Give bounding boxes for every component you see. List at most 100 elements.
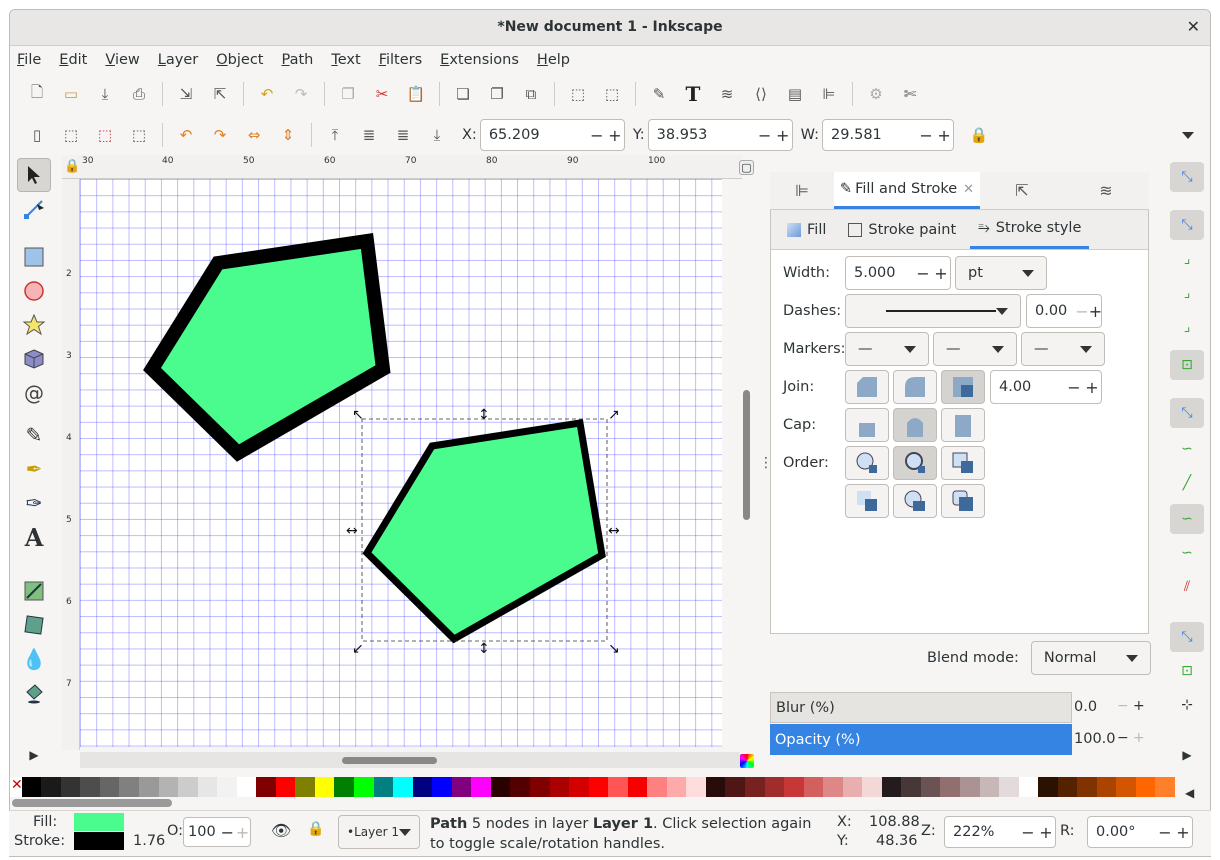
order-markers-fill-stroke-button[interactable] [893,484,937,518]
touch-select-icon[interactable]: ⬚ [126,122,152,148]
palette-swatch[interactable] [393,777,413,797]
snap-intersections-icon[interactable]: ╱ [1170,468,1204,498]
decrement-icon[interactable]: − [1156,823,1174,842]
end-marker-select[interactable]: — [1021,332,1105,366]
snap-bbox-midpoints-icon[interactable]: ⌟ [1170,312,1204,342]
palette-swatch[interactable] [236,777,257,797]
fill-swatch[interactable] [74,813,124,831]
subtab-stroke-paint[interactable]: Stroke paint [848,211,956,249]
document-properties-icon[interactable]: ▤ [782,81,808,107]
import-icon[interactable]: ⇲ [173,81,199,107]
blur-slider[interactable]: Blur (%) [770,692,1072,723]
palette-swatch[interactable] [197,777,218,797]
order-stroke-markers-fill-button[interactable] [941,484,985,518]
pen-tool-icon[interactable]: ✒ [17,452,51,486]
palette-swatch[interactable] [842,777,863,797]
gradient-tool-icon[interactable] [17,574,51,608]
palette-swatch[interactable] [862,777,882,797]
close-icon[interactable]: ✕ [1187,10,1200,44]
dropper-tool-icon[interactable]: 💧 [17,642,51,676]
snap-cusp-nodes-icon[interactable]: ∽ [1170,504,1204,534]
snap-bbox-centers-icon[interactable]: ⊡ [1170,350,1204,380]
menu-help[interactable]: Help [537,52,570,68]
join-round-button[interactable] [893,370,937,404]
lock-ratio-icon[interactable]: 🔒 [966,122,992,148]
increment-icon[interactable]: + [1089,302,1102,321]
palette-swatch[interactable] [627,777,648,797]
zoom-input[interactable]: 222% − + [944,816,1056,848]
subtab-fill[interactable]: Fill [787,211,826,249]
flip-horizontal-icon[interactable]: ⇔ [241,122,267,148]
palette-swatch[interactable] [901,777,921,797]
palette-swatch[interactable] [608,777,628,797]
increment-icon[interactable]: + [1037,823,1055,842]
lock-guides-icon[interactable]: ▢ [739,160,754,175]
clone-icon[interactable]: ❐ [484,81,510,107]
decrement-icon[interactable]: − [1117,730,1129,746]
palette-swatch[interactable] [275,777,296,797]
palette-scrollbar[interactable] [12,799,172,807]
x-input[interactable]: 65.209− + [479,119,625,151]
order-fill-markers-stroke-button[interactable] [845,484,889,518]
unit-select[interactable]: pt [955,256,1047,290]
group-icon[interactable]: ⬚ [565,81,591,107]
palette-swatch[interactable] [256,777,276,797]
palette-swatch[interactable] [588,777,609,797]
print-icon[interactable]: ⎙ [126,81,152,107]
dash-offset-input[interactable]: 0.00− + [1026,294,1102,328]
scroll-thumb[interactable] [342,757,437,764]
increment-icon[interactable]: + [932,264,950,283]
dash-pattern-select[interactable] [845,294,1021,328]
increment-icon[interactable]: + [935,126,953,145]
preferences-icon[interactable]: ⚙ [863,81,889,107]
no-paint-swatch[interactable]: ✕ [10,777,23,797]
color-manage-icon[interactable] [740,754,754,768]
cap-round-button[interactable] [893,408,937,442]
palette-menu-icon[interactable]: ◀ [1185,786,1194,800]
palette-swatch[interactable] [295,777,315,797]
palette-swatch[interactable] [979,777,1000,797]
save-icon[interactable]: ⤓ [92,81,118,107]
current-layer-select[interactable]: •Layer 1 [338,815,420,849]
palette-swatch[interactable] [881,777,902,797]
order-fill-stroke-markers-button[interactable] [845,446,889,480]
deselect-icon[interactable]: ⬚ [92,122,118,148]
increment-icon[interactable]: + [1083,378,1101,397]
toggle-visibility-icon[interactable]: 👁 [271,821,291,840]
stroke-swatch[interactable] [74,832,124,850]
copy-icon[interactable]: ❐ [335,81,361,107]
palette-swatch[interactable] [647,777,667,797]
palette-swatch[interactable] [80,777,100,797]
xml-editor-icon[interactable]: ⟨⟩ [748,81,774,107]
decrement-icon[interactable]: − [1019,823,1037,842]
palette-swatch[interactable] [412,777,433,797]
export-icon[interactable]: ⇱ [207,81,233,107]
expand-snap-bar-icon[interactable]: ▶ [1170,740,1204,770]
menu-layer[interactable]: Layer [158,52,198,68]
palette-swatch[interactable] [139,777,159,797]
palette-swatch[interactable] [686,777,706,797]
color-palette[interactable]: ✕ [10,777,1175,797]
increment-icon[interactable]: + [774,126,792,145]
palette-swatch[interactable] [666,777,687,797]
raise-icon[interactable]: ≣ [356,122,382,148]
3d-box-tool-icon[interactable] [17,342,51,376]
palette-swatch[interactable] [1155,777,1175,797]
snap-bbox-corners-icon[interactable]: ⌟ [1170,278,1204,308]
flip-vertical-icon[interactable]: ⇕ [275,122,301,148]
palette-swatch[interactable] [334,777,355,797]
canvas-horizontal-scrollbar[interactable] [80,752,740,768]
snap-toggle-icon[interactable]: ⤡ [1170,162,1204,192]
duplicate-icon[interactable]: ❏ [450,81,476,107]
text-font-icon[interactable]: T [680,81,706,107]
tab-fill-stroke[interactable]: ✎ Fill and Stroke ✕ [834,172,980,209]
decrement-icon[interactable]: − [588,126,606,145]
palette-swatch[interactable] [1135,777,1156,797]
snap-rotation-centers-icon[interactable]: ⊹ [1170,690,1204,720]
increment-icon[interactable]: + [606,126,624,145]
star-tool-icon[interactable] [17,308,51,342]
palette-swatch[interactable] [569,777,589,797]
palette-swatch[interactable] [60,777,81,797]
join-miter-button[interactable] [941,370,985,404]
undo-icon[interactable]: ↶ [254,81,280,107]
